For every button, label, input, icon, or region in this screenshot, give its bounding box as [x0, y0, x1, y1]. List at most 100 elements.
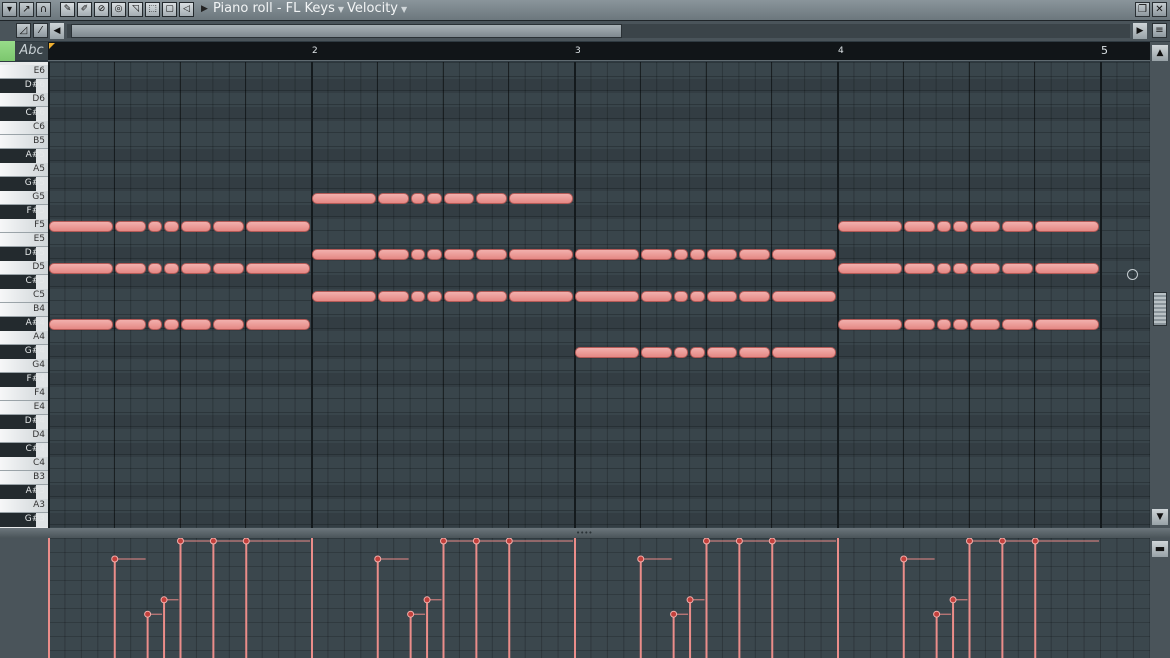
note[interactable] [706, 249, 738, 260]
note[interactable] [49, 221, 113, 232]
note[interactable] [673, 347, 689, 358]
note[interactable] [213, 263, 245, 274]
note[interactable] [410, 193, 426, 204]
piano-key[interactable]: A#4 [0, 317, 48, 331]
note[interactable] [147, 221, 163, 232]
note[interactable] [147, 319, 163, 330]
note[interactable] [1002, 319, 1034, 330]
piano-key[interactable]: G#3 [0, 513, 48, 527]
note[interactable] [476, 193, 508, 204]
velocity-editor[interactable] [48, 538, 1150, 658]
note[interactable] [690, 249, 705, 260]
note[interactable] [377, 249, 409, 260]
piano-key[interactable]: G#5 [0, 177, 48, 191]
piano-key[interactable]: B4 [0, 303, 48, 317]
note[interactable] [180, 221, 212, 232]
note[interactable] [509, 193, 573, 204]
note[interactable] [246, 319, 310, 330]
piano-key[interactable]: A4 [0, 331, 48, 345]
note[interactable] [427, 249, 442, 260]
piano-key[interactable]: F#4 [0, 373, 48, 387]
note[interactable] [640, 347, 672, 358]
note[interactable] [838, 221, 902, 232]
zoom-handle-icon[interactable] [1127, 269, 1138, 280]
delete-icon[interactable]: ⊘ [94, 2, 109, 17]
note[interactable] [739, 249, 771, 260]
note[interactable] [739, 291, 771, 302]
note[interactable] [673, 291, 689, 302]
piano-key[interactable]: B5 [0, 135, 48, 149]
note[interactable] [690, 291, 705, 302]
note[interactable] [640, 291, 672, 302]
note[interactable] [427, 193, 442, 204]
note[interactable] [969, 319, 1001, 330]
scroll-thumb[interactable] [71, 24, 622, 38]
magnet-icon[interactable]: ∩ [36, 2, 51, 17]
piano-key[interactable]: D4 [0, 429, 48, 443]
pencil-icon[interactable]: ✎ [60, 2, 75, 17]
note[interactable] [1035, 319, 1099, 330]
piano-key[interactable]: D#5 [0, 247, 48, 261]
note[interactable] [969, 263, 1001, 274]
note[interactable] [410, 291, 426, 302]
vertical-scrollbar[interactable]: ▲ ▼ [1150, 42, 1170, 528]
scroll-down-icon[interactable]: ▼ [1152, 509, 1168, 525]
note[interactable] [772, 249, 836, 260]
note[interactable] [969, 221, 1001, 232]
note[interactable] [213, 319, 245, 330]
piano-key[interactable]: A5 [0, 163, 48, 177]
target-selector[interactable]: Velocity ▼ [347, 1, 407, 16]
piano-key[interactable]: D#6 [0, 79, 48, 93]
piano-key[interactable]: G4 [0, 359, 48, 373]
note[interactable] [575, 291, 639, 302]
piano-key[interactable]: C4 [0, 457, 48, 471]
note[interactable] [953, 221, 968, 232]
note[interactable] [443, 193, 475, 204]
note[interactable] [410, 249, 426, 260]
note[interactable] [838, 263, 902, 274]
note[interactable] [476, 291, 508, 302]
note[interactable] [772, 291, 836, 302]
note[interactable] [114, 319, 146, 330]
note[interactable] [739, 347, 771, 358]
note[interactable] [936, 263, 952, 274]
horizontal-scrollbar[interactable]: ◿ ⁄ ◀ ▶ ≡ [0, 21, 1170, 41]
piano-key[interactable]: C#5 [0, 275, 48, 289]
detach-window-icon[interactable]: ❐ [1135, 2, 1150, 17]
note[interactable] [377, 193, 409, 204]
note[interactable] [1035, 263, 1099, 274]
mute-icon[interactable]: ◎ [111, 2, 126, 17]
note[interactable] [509, 291, 573, 302]
piano-key[interactable]: C#4 [0, 443, 48, 457]
piano-key[interactable]: F4 [0, 387, 48, 401]
snap-icon[interactable]: ↗ [19, 2, 34, 17]
note[interactable] [164, 221, 179, 232]
slide-icon[interactable]: ◿ [16, 23, 31, 38]
select-icon[interactable]: ⬚ [145, 2, 160, 17]
piano-key[interactable]: D6 [0, 93, 48, 107]
note[interactable] [180, 263, 212, 274]
scroll-right-icon[interactable]: ▶ [1133, 23, 1147, 39]
note[interactable] [147, 263, 163, 274]
menu-lines-icon[interactable]: ▬ [1152, 541, 1168, 557]
piano-key[interactable]: A3 [0, 499, 48, 513]
note[interactable] [246, 221, 310, 232]
menu-lines-icon[interactable]: ≡ [1152, 23, 1167, 38]
note[interactable] [180, 319, 212, 330]
piano-keyboard[interactable]: E6 D#6 D6 C#6 C6 B5 A#5 A5 G#5 G5 F#5 F5 E5 D#5 D5 C#5 C… [0, 62, 48, 528]
note[interactable] [246, 263, 310, 274]
note[interactable] [443, 291, 475, 302]
note[interactable] [838, 319, 902, 330]
piano-key[interactable]: F5 [0, 219, 48, 233]
piano-key[interactable]: D#4 [0, 415, 48, 429]
scroll-up-icon[interactable]: ▲ [1152, 45, 1168, 61]
note[interactable] [213, 221, 245, 232]
piano-key[interactable]: E5 [0, 233, 48, 247]
timeline-ruler[interactable]: 2 3 4 5 [48, 42, 1150, 61]
note[interactable] [953, 263, 968, 274]
piano-key[interactable]: G#4 [0, 345, 48, 359]
note[interactable] [49, 263, 113, 274]
note[interactable] [772, 347, 836, 358]
piano-key[interactable]: C6 [0, 121, 48, 135]
note[interactable] [49, 319, 113, 330]
